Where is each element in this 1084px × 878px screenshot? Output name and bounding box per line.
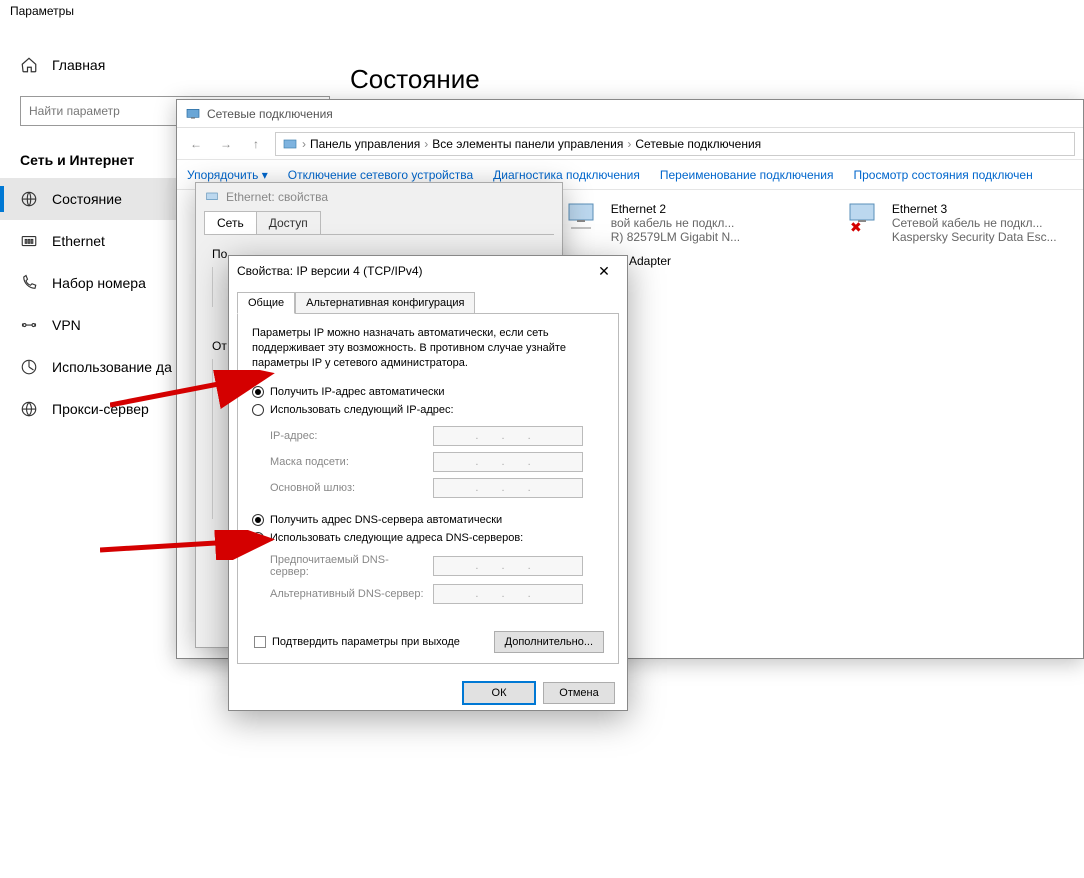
gateway-input[interactable]: . . . xyxy=(433,478,583,498)
cp-title-text: Сетевые подключения xyxy=(207,107,333,121)
eth-title[interactable]: Ethernet: свойства xyxy=(196,183,562,211)
breadcrumb-b[interactable]: Все элементы панели управления xyxy=(432,137,623,151)
nav-ethernet-label: Ethernet xyxy=(52,233,105,249)
adapter-eth2-name: Ethernet 2 xyxy=(611,202,740,216)
nav-vpn-label: VPN xyxy=(52,317,81,333)
dns-alt-input[interactable]: . . . xyxy=(433,584,583,604)
ethernet-window-icon xyxy=(204,189,220,205)
radio-dns-manual-label: Использовать следующие адреса DNS-сервер… xyxy=(270,532,523,544)
radio-icon xyxy=(252,532,264,544)
ipv4-intro: Параметры IP можно назначать автоматичес… xyxy=(252,326,604,371)
toolbar-rename[interactable]: Переименование подключения xyxy=(660,168,834,182)
ipv4-title-text: Свойства: IP версии 4 (TCP/IPv4) xyxy=(237,264,423,278)
toolbar-disable[interactable]: Отключение сетевого устройства xyxy=(288,168,473,182)
ipv4-panel: Параметры IP можно назначать автоматичес… xyxy=(237,313,619,664)
adapter-ethernet2[interactable]: Ethernet 2 вой кабель не подкл... R) 825… xyxy=(565,202,786,244)
nav-fwd-icon[interactable]: → xyxy=(215,133,237,155)
radio-icon xyxy=(252,386,264,398)
close-icon[interactable]: ✕ xyxy=(589,263,619,280)
mask-input[interactable]: . . . xyxy=(433,452,583,472)
addr-icon xyxy=(282,136,298,152)
checkbox-icon xyxy=(254,636,266,648)
nav-back-icon[interactable]: ← xyxy=(185,133,207,155)
chevron-right-icon: › xyxy=(302,137,306,151)
radio-dns-manual[interactable]: Использовать следующие адреса DNS-сервер… xyxy=(252,529,604,547)
ethernet-icon xyxy=(20,232,38,250)
radio-ip-manual[interactable]: Использовать следующий IP-адрес: xyxy=(252,401,604,419)
ipv4-tabstrip: Общие Альтернативная конфигурация xyxy=(237,292,619,314)
eth-tab-access[interactable]: Доступ xyxy=(256,211,321,234)
usage-icon xyxy=(20,358,38,376)
ok-button[interactable]: ОК xyxy=(463,682,535,704)
nav-dialup-label: Набор номера xyxy=(52,275,146,291)
radio-ip-auto[interactable]: Получить IP-адрес автоматически xyxy=(252,383,604,401)
eth-tab-network[interactable]: Сеть xyxy=(204,211,257,234)
chevron-right-icon: › xyxy=(627,137,631,151)
mask-label: Маска подсети: xyxy=(270,456,425,468)
home-label: Главная xyxy=(52,57,105,73)
nav-proxy-label: Прокси-сервер xyxy=(52,401,149,417)
toolbar-viewstatus[interactable]: Просмотр состояния подключен xyxy=(853,168,1032,182)
ipv4-titlebar[interactable]: Свойства: IP версии 4 (TCP/IPv4) ✕ xyxy=(229,256,627,286)
ipv4-properties-dialog: Свойства: IP версии 4 (TCP/IPv4) ✕ Общие… xyxy=(228,255,628,711)
adapter-wan-partial[interactable]: Adapter xyxy=(629,254,671,268)
dns-alt-label: Альтернативный DNS-сервер: xyxy=(270,588,425,600)
gateway-label: Основной шлюз: xyxy=(270,482,425,494)
address-bar[interactable]: › Панель управления › Все элементы панел… xyxy=(275,132,1075,156)
adapter-icon: ✖ xyxy=(846,202,886,234)
radio-icon xyxy=(252,404,264,416)
globe-icon xyxy=(20,190,38,208)
adapter-eth3-dev: Kaspersky Security Data Esc... xyxy=(892,230,1057,244)
settings-titlebar: Параметры xyxy=(0,0,1084,28)
settings-title: Параметры xyxy=(10,4,74,18)
nav-status-label: Состояние xyxy=(52,191,122,207)
adapter-ethernet3[interactable]: ✖ Ethernet 3 Сетевой кабель не подкл... … xyxy=(846,202,1067,244)
breadcrumb-c[interactable]: Сетевые подключения xyxy=(635,137,761,151)
adapter-eth2-status: вой кабель не подкл... xyxy=(611,216,740,230)
confirm-checkbox-row[interactable]: Подтвердить параметры при выходе Дополни… xyxy=(252,617,604,653)
nav-usage-label: Использование да xyxy=(52,359,172,375)
confirm-label: Подтвердить параметры при выходе xyxy=(272,636,460,648)
search-placeholder: Найти параметр xyxy=(29,104,120,118)
radio-dns-auto[interactable]: Получить адрес DNS-сервера автоматически xyxy=(252,511,604,529)
dialog-buttons: ОК Отмена xyxy=(229,672,627,704)
dns-pref-label: Предпочитаемый DNS-сервер: xyxy=(270,554,425,578)
phone-icon xyxy=(20,274,38,292)
radio-ip-manual-label: Использовать следующий IP-адрес: xyxy=(270,404,454,416)
chevron-right-icon: › xyxy=(424,137,428,151)
eth-title-text: Ethernet: свойства xyxy=(226,190,328,204)
home-icon xyxy=(20,56,38,74)
eth-tabstrip: Сеть Доступ xyxy=(204,211,554,235)
cp-window-icon xyxy=(185,106,201,122)
ipv4-tab-alt[interactable]: Альтернативная конфигурация xyxy=(295,292,475,314)
toolbar-diag[interactable]: Диагностика подключения xyxy=(493,168,640,182)
ip-addr-label: IP-адрес: xyxy=(270,430,425,442)
adapter-eth3-status: Сетевой кабель не подкл... xyxy=(892,216,1057,230)
adapter-eth2-dev: R) 82579LM Gigabit N... xyxy=(611,230,740,244)
radio-icon xyxy=(252,514,264,526)
vpn-icon xyxy=(20,316,38,334)
radio-ip-auto-label: Получить IP-адрес автоматически xyxy=(270,386,444,398)
breadcrumb-a[interactable]: Панель управления xyxy=(310,137,420,151)
cp-titlebar[interactable]: Сетевые подключения xyxy=(177,100,1083,128)
adapter-eth3-name: Ethernet 3 xyxy=(892,202,1057,216)
radio-dns-auto-label: Получить адрес DNS-сервера автоматически xyxy=(270,514,502,526)
svg-text:✖: ✖ xyxy=(850,219,862,234)
ip-addr-input[interactable]: . . . xyxy=(433,426,583,446)
cp-navbar: ← → ↑ › Панель управления › Все элементы… xyxy=(177,128,1083,160)
nav-up-icon[interactable]: ↑ xyxy=(245,133,267,155)
adapter-icon xyxy=(565,202,605,234)
dns-pref-input[interactable]: . . . xyxy=(433,556,583,576)
ipv4-tab-general[interactable]: Общие xyxy=(237,292,295,314)
home-nav[interactable]: Главная xyxy=(0,48,350,82)
cancel-button[interactable]: Отмена xyxy=(543,682,615,704)
toolbar-organize[interactable]: Упорядочить ▾ xyxy=(187,168,268,182)
advanced-button[interactable]: Дополнительно... xyxy=(494,631,604,653)
proxy-icon xyxy=(20,400,38,418)
